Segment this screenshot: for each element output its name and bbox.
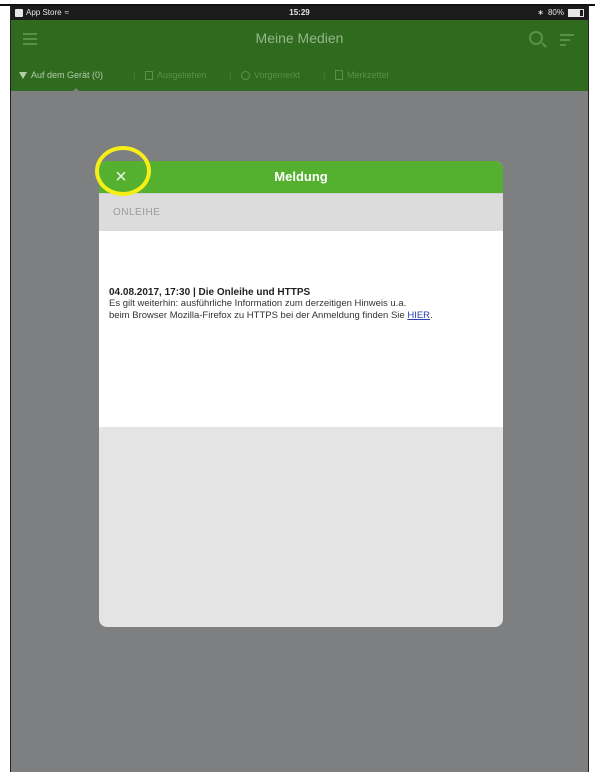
download-icon bbox=[19, 71, 27, 79]
here-link[interactable]: HIER bbox=[407, 310, 430, 321]
active-tab-indicator bbox=[71, 88, 81, 93]
status-bar: App Store ≈ 15:29 ∗ 80% bbox=[11, 6, 588, 20]
battery-percent: 80% bbox=[547, 8, 564, 17]
message-title: 04.08.2017, 17:30 | Die Onleihe und HTTP… bbox=[109, 287, 311, 298]
search-icon[interactable] bbox=[529, 31, 543, 45]
tab-divider: | bbox=[229, 70, 232, 80]
page-title: Meine Medien bbox=[255, 30, 344, 46]
dialog-title: Meldung bbox=[274, 169, 328, 184]
status-time: 15:29 bbox=[289, 8, 310, 17]
tab-reserved[interactable]: Vorgemerkt bbox=[241, 70, 300, 80]
tab-borrowed-label: Ausgeliehen bbox=[157, 70, 207, 80]
tab-on-device[interactable]: Auf dem Gerät (0) bbox=[19, 70, 103, 80]
tab-divider: | bbox=[133, 70, 136, 80]
tab-divider: | bbox=[323, 70, 326, 80]
navigation-bar: Meine Medien bbox=[11, 20, 588, 60]
dialog-header: × Meldung bbox=[99, 161, 503, 193]
clock-icon bbox=[241, 70, 250, 80]
message-text-suffix: . bbox=[430, 310, 433, 321]
note-icon bbox=[335, 70, 343, 80]
message-content: 04.08.2017, 17:30 | Die Onleihe und HTTP… bbox=[99, 231, 503, 427]
status-right: ∗ 80% bbox=[537, 8, 584, 17]
bookmark-icon bbox=[145, 70, 153, 80]
battery-icon bbox=[568, 8, 584, 17]
sort-filter-icon[interactable] bbox=[560, 34, 574, 49]
tab-reserved-label: Vorgemerkt bbox=[254, 70, 301, 80]
tab-on-device-label: Auf dem Gerät (0) bbox=[31, 70, 104, 80]
tab-borrowed[interactable]: Ausgeliehen bbox=[145, 70, 207, 80]
message-text-line1: Es gilt weiterhin: ausführliche Informat… bbox=[109, 298, 407, 309]
tab-notepad-label: Merkzettel bbox=[347, 70, 389, 80]
section-header: ONLEIHE bbox=[99, 193, 503, 231]
message-text-prefix: beim Browser Mozilla-Firefox zu HTTPS be… bbox=[109, 310, 408, 321]
message-dialog: × Meldung ONLEIHE 04.08.2017, 17:30 | Di… bbox=[99, 161, 503, 627]
app-screen: App Store ≈ 15:29 ∗ 80% Meine Medien Auf… bbox=[10, 6, 589, 772]
message-text-line2: beim Browser Mozilla-Firefox zu HTTPS be… bbox=[109, 310, 493, 322]
tab-notepad[interactable]: Merkzettel bbox=[335, 70, 389, 80]
app-header: App Store ≈ 15:29 ∗ 80% Meine Medien Auf… bbox=[11, 6, 588, 93]
bluetooth-icon: ∗ bbox=[537, 8, 544, 17]
tab-bar: Auf dem Gerät (0) | Ausgeliehen | Vorgem… bbox=[11, 62, 588, 93]
